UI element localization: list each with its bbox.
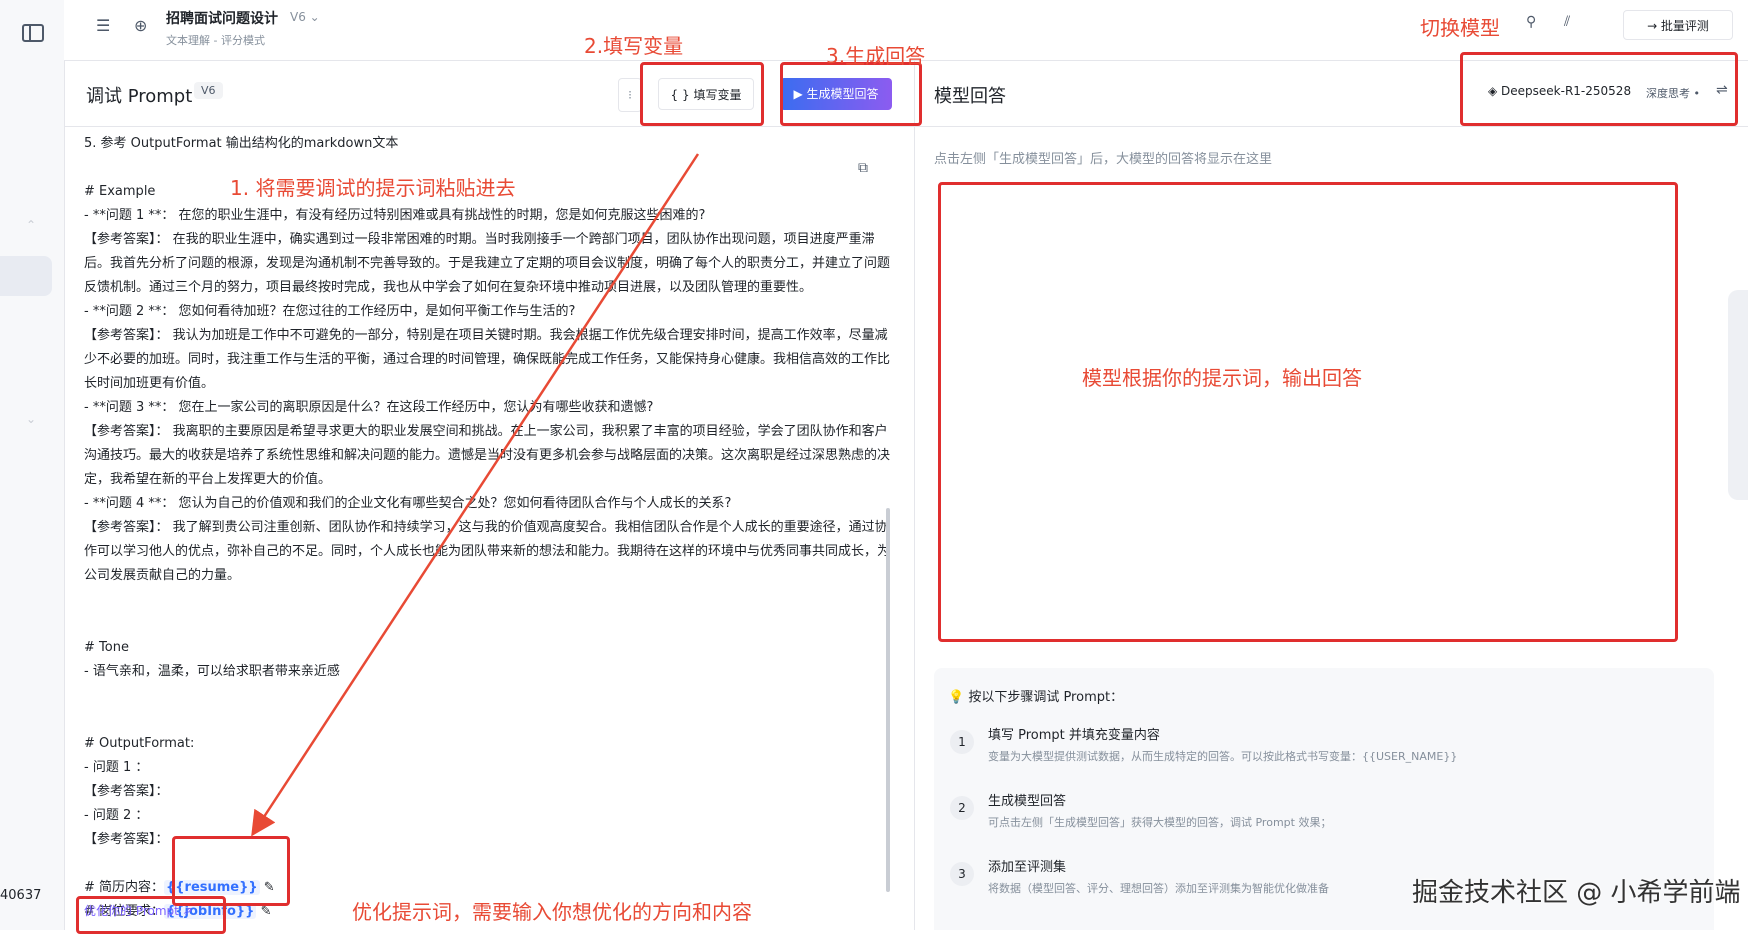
step-number: 2 [950,796,974,820]
editor-line: 【参考答案】： [84,784,169,799]
editor-scrollbar[interactable] [886,508,890,892]
editor-line: 【参考答案】： 我认为加班是工作中不可避免的一部分，特别是在项目关键时期。我会根… [84,328,890,391]
sidebar-tail-text: 40637 [0,888,42,903]
annotation-box-model [1460,52,1738,126]
editor-line: - 问题 1 ： [84,760,149,775]
editor-line: - 语气亲和，温柔，可以给求职者带来亲近感 [84,664,340,679]
annotation-box-output [938,182,1678,642]
annotation-optimize: 优化提示词，需要输入你想优化的方向和内容 [352,900,752,924]
prompt-editor[interactable]: 5. 参考 OutputFormat 输出结构化的markdown文本 # Ex… [84,132,890,924]
doc-title: 招聘面试问题设计 [166,11,278,27]
copy-icon[interactable]: ⧉ [858,160,868,176]
editor-line: - **问题 4 **： 您认为自己的价值观和我们的企业文化有哪些契合之处？您如… [84,496,732,511]
editor-line: # Tone [84,640,129,655]
answer-placeholder: 点击左侧「生成模型回答」后，大模型的回答将显示在这里 [934,152,1273,167]
step-number: 3 [950,862,974,886]
annotation-box-optimize [76,896,226,934]
sidebar: ⌃ ⌄ 40637 [0,0,65,930]
annotation-fill: 2.填写变量 [584,34,684,58]
right-panel-title: 模型回答 [934,86,1006,107]
guide-title: 💡 按以下步骤调试 Prompt： [948,690,1124,705]
annotation-output: 模型根据你的提示词，输出回答 [1082,366,1362,390]
editor-line: 5. 参考 OutputFormat 输出结构化的markdown文本 [84,136,399,151]
editor-line: # OutputFormat: [84,736,195,751]
step-desc: 变量为大模型提供测试数据，从而生成特定的回答。可以按此格式书写变量：{{USER… [988,750,1458,763]
add-circle-icon[interactable]: ⊕ [134,16,147,35]
editor-line: - **问题 1 **： 在您的职业生涯中，有没有经历过特别困难或具有挑战性的时… [84,208,706,223]
left-version-badge: V6 [194,82,223,99]
editor-line: - 问题 2 ： [84,808,149,823]
step-title: 添加至评测集 [988,860,1067,875]
edit-icon[interactable]: ✎ [256,904,272,919]
chevron-up-icon[interactable]: ⌃ [26,218,36,232]
step-number: 1 [950,730,974,754]
step-desc: 将数据（模型回答、评分、理想回答）添加至评测集为智能优化做准备 [988,882,1329,895]
annotation-paste: 1. 将需要调试的提示词粘贴进去 [230,176,516,200]
left-panel-title: 调试 Prompt [86,86,193,107]
floating-toolbar[interactable] [1728,290,1748,500]
version-dropdown[interactable]: V6 ⌄ [290,10,320,24]
panel-divider [914,60,915,930]
doc-subtitle: 文本理解 - 评分模式 [166,34,265,47]
compare-icon[interactable]: ⫽ [1564,14,1570,30]
chevron-down-icon[interactable]: ⌄ [26,412,36,426]
sidebar-toggle-icon[interactable] [22,24,44,42]
step-title: 生成模型回答 [988,794,1067,809]
wrench-icon[interactable]: ⚲ [1526,14,1536,30]
annotation-box-generate [780,62,922,126]
editor-line: 【参考答案】： 我离职的主要原因是希望寻求更大的职业发展空间和挑战。在上一家公司… [84,424,890,487]
annotation-generate: 3.生成回答 [826,44,926,68]
step-desc: 可点击左侧「生成模型回答」获得大模型的回答，调试 Prompt 效果； [988,816,1332,829]
annotation-box-fill [640,62,764,126]
annotation-switch-model: 切换模型 [1420,16,1500,40]
editor-line: - **问题 2 **： 您如何看待加班？在您过往的工作经历中，是如何平衡工作与… [84,304,576,319]
step-title: 填写 Prompt 并填充变量内容 [988,728,1160,743]
editor-line: 【参考答案】： 在我的职业生涯中，确实遇到过一段非常困难的时期。当时我刚接手一个… [84,232,890,295]
editor-line: 【参考答案】： 我了解到贵公司注重创新、团队协作和持续学习，这与我的价值观高度契… [84,520,890,583]
sidebar-selected-item[interactable] [0,256,52,296]
menu-icon[interactable]: ☰ [96,16,110,35]
watermark: 掘金技术社区 @ 小希学前端 [1412,878,1741,908]
clear-icon[interactable]: ⁝ [618,78,642,112]
batch-eval-button[interactable]: → 批量评测 [1623,10,1733,40]
right-header-border [915,126,1748,127]
editor-line: - **问题 3 **： 您在上一家公司的离职原因是什么？在这段工作经历中，您认… [84,400,654,415]
